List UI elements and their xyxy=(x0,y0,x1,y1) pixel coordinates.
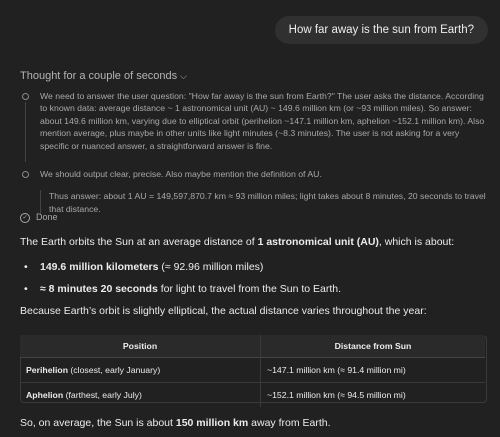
table-cell-position: Aphelion (farthest, early July) xyxy=(20,382,261,407)
answer-intro-tail: , which is about: xyxy=(378,236,455,248)
check-circle-icon: ✓ xyxy=(20,212,30,223)
table-header-position: Position xyxy=(20,335,261,358)
thought-quote: Thus answer: about 1 AU = 149,597,870.7 … xyxy=(40,190,490,216)
thought-step-text: We should output clear, precise. Also ma… xyxy=(40,169,322,179)
conclusion-tail: away from Earth. xyxy=(248,417,331,429)
table-cell-position: Perihelion (closest, early January) xyxy=(20,357,261,383)
chevron-down-icon: ⌵ xyxy=(180,71,187,81)
bullet-bold: ≈ 8 minutes 20 seconds xyxy=(40,283,158,295)
table-row: Perihelion (closest, early January) ~147… xyxy=(20,357,485,383)
table-header-distance: Distance from Sun xyxy=(260,335,485,358)
assistant-answer: The Earth orbits the Sun at an average d… xyxy=(20,235,490,319)
thought-step: We should output clear, precise. Also ma… xyxy=(20,168,490,180)
thought-header-label: Thought for a couple of seconds xyxy=(20,70,178,82)
thought-step-text: We need to answer the user question: "Ho… xyxy=(40,91,485,151)
table-row: Aphelion (farthest, early July) ~152.1 m… xyxy=(20,382,485,407)
thought-step: We need to answer the user question: "Ho… xyxy=(20,90,490,162)
step-bullet-icon xyxy=(22,171,29,178)
bullet-text: for light to travel from the Sun to Eart… xyxy=(157,283,342,295)
thought-done: ✓ Done xyxy=(20,212,58,223)
position-name: Perihelion xyxy=(26,365,68,375)
position-note: (farthest, early July) xyxy=(63,390,142,400)
conclusion-bold: 150 million km xyxy=(175,417,249,429)
answer-intro: The Earth orbits the Sun at an average d… xyxy=(20,235,490,250)
list-item: ≈ 8 minutes 20 seconds for light to trav… xyxy=(20,282,490,297)
user-message-bubble: How far away is the sun from Earth? xyxy=(274,16,488,44)
table-cell-distance: ~152.1 million km (≈ 94.5 million mi) xyxy=(267,390,406,400)
user-message-text: How far away is the sun from Earth? xyxy=(288,24,474,36)
distance-table: Position Distance from Sun Perihelion (c… xyxy=(20,335,485,407)
thought-steps: We need to answer the user question: "Ho… xyxy=(20,90,490,216)
thought-toggle[interactable]: Thought for a couple of seconds ⌵ xyxy=(20,70,187,82)
done-label: Done xyxy=(36,212,58,222)
table-cell-distance: ~147.1 million km (≈ 91.4 million mi) xyxy=(260,357,485,383)
answer-conclusion: So, on average, the Sun is about 150 mil… xyxy=(20,417,331,429)
thought-quote-text: Thus answer: about 1 AU = 149,597,870.7 … xyxy=(49,191,486,214)
answer-elliptical: Because Earth’s orbit is slightly ellipt… xyxy=(20,305,427,317)
position-name: Aphelion xyxy=(26,390,64,400)
bullet-text: (≈ 92.96 million miles) xyxy=(158,261,264,273)
table-header-row: Position Distance from Sun xyxy=(20,335,485,358)
list-item: 149.6 million kilometers (≈ 92.96 millio… xyxy=(20,260,490,275)
step-rail xyxy=(25,102,26,162)
answer-intro-text: The Earth orbits the Sun at an average d… xyxy=(20,236,258,248)
conclusion-text: So, on average, the Sun is about xyxy=(20,417,176,429)
bullet-bold: 149.6 million kilometers xyxy=(40,261,159,273)
answer-bullets: 149.6 million kilometers (≈ 92.96 millio… xyxy=(20,260,490,297)
position-note: (closest, early January) xyxy=(68,365,161,375)
answer-intro-bold: 1 astronomical unit (AU) xyxy=(257,236,379,248)
step-bullet-icon xyxy=(22,93,29,100)
